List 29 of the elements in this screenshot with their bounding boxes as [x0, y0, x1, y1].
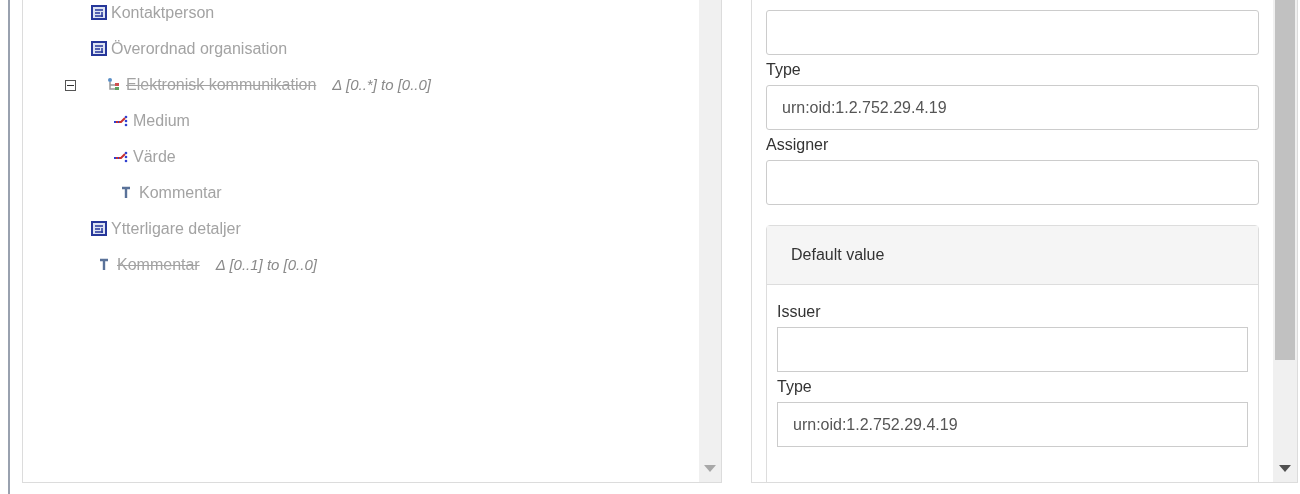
tree-item-label[interactable]: Ytterligare detaljer	[111, 217, 241, 241]
class-icon	[91, 41, 107, 57]
field-label: Type	[777, 377, 812, 397]
tree-item-label[interactable]: Medium	[133, 109, 190, 133]
field-label: Assigner	[766, 135, 829, 155]
cardinality-change-text: Δ [0..1] to [0..0]	[215, 254, 317, 275]
panel-title: Default value	[791, 245, 885, 265]
text-field[interactable]: urn:oid:1.2.752.29.4.19	[766, 85, 1259, 130]
cardinality-change-text: Δ [0..*] to [0..0]	[332, 74, 432, 95]
tree-item-label[interactable]: Kommentar	[139, 181, 222, 205]
scrollbar-thumb[interactable]	[1275, 0, 1295, 360]
tree-item-label[interactable]: Värde	[133, 145, 176, 169]
tree-item-label[interactable]: Kommentar	[117, 253, 200, 277]
attribute-icon	[113, 149, 129, 165]
text-field[interactable]	[766, 160, 1259, 205]
field-label: Issuer	[777, 302, 821, 322]
text-field[interactable]	[777, 327, 1248, 372]
attribute-icon	[113, 113, 129, 129]
class-icon	[91, 221, 107, 237]
class-icon	[91, 5, 107, 21]
tree-item-label[interactable]: Elektronisk kommunikation	[126, 73, 317, 97]
text-field[interactable]: urn:oid:1.2.752.29.4.19	[777, 402, 1248, 447]
field-label: Type	[766, 60, 801, 80]
scroll-down-arrow-icon[interactable]	[1279, 465, 1291, 472]
hierarchy-icon	[106, 77, 122, 93]
tree-item-label[interactable]: Överordnad organisation	[111, 37, 288, 61]
text-field[interactable]	[766, 10, 1259, 55]
tree-item-label[interactable]: Kontaktperson	[111, 1, 215, 25]
collapse-toggle-icon[interactable]	[65, 79, 76, 91]
